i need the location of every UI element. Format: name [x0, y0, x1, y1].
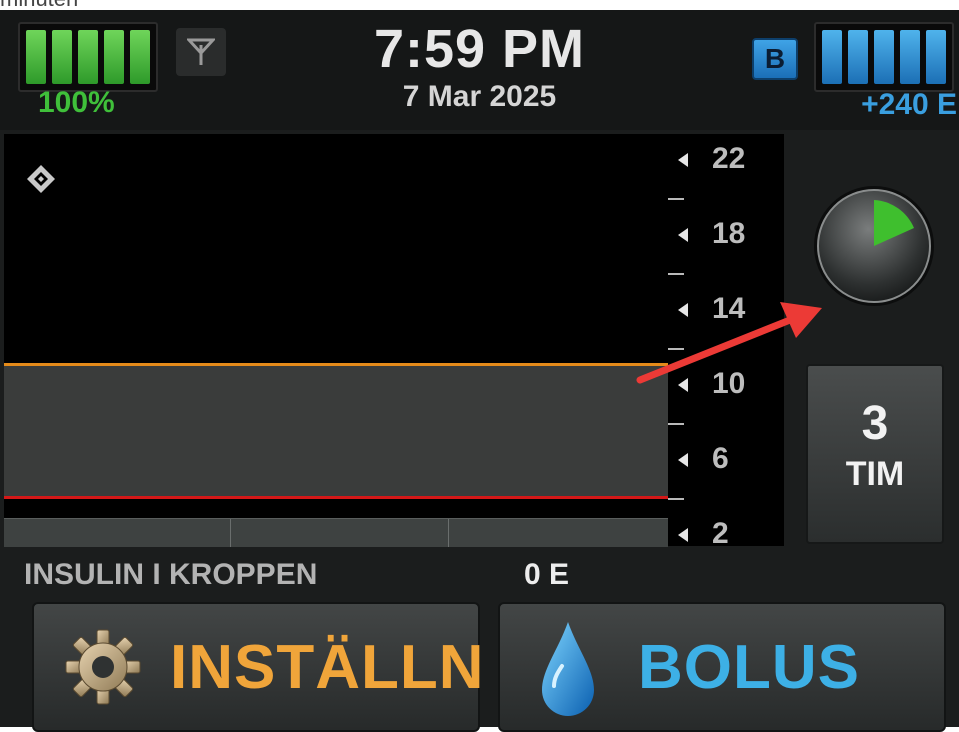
axis-marker: [678, 453, 688, 467]
axis-marker: [678, 528, 688, 542]
time-divider: [230, 519, 231, 547]
reservoir-cell: [822, 30, 842, 84]
glucose-axis: 22 18 14 10 6 2: [668, 134, 784, 550]
drop-icon: [542, 622, 594, 716]
cgm-graph[interactable]: [4, 134, 668, 547]
axis-tick-label: 18: [712, 217, 746, 250]
axis-tick-label: 10: [712, 367, 746, 400]
reservoir-indicator: [814, 22, 954, 92]
axis-minor-tick: [668, 497, 684, 500]
gear-icon: [65, 629, 141, 705]
low-limit-line: [4, 496, 668, 499]
axis-marker: [678, 228, 688, 242]
high-limit-line: [4, 363, 668, 366]
diamond-icon: [27, 165, 55, 193]
graph-time-strip: [4, 518, 668, 547]
target-range-band: [4, 366, 668, 498]
reservoir-cell: [926, 30, 946, 84]
axis-tick-label: 14: [712, 292, 746, 325]
axis-minor-tick: [668, 197, 684, 200]
axis-tick-label: 2: [712, 517, 729, 550]
right-panel: 3 TIM: [784, 134, 959, 546]
axis-minor-tick: [668, 422, 684, 425]
graph-range-value: 3: [861, 397, 889, 450]
axis-minor-tick: [668, 272, 684, 275]
insulin-units: +240 E: [861, 88, 957, 121]
insulin-on-board-value: 0 E: [524, 558, 570, 591]
clock-icon[interactable]: [812, 184, 936, 308]
axis-tick-label: 6: [712, 442, 729, 475]
axis-marker: [678, 153, 688, 167]
settings-label: INSTÄLLN: [170, 633, 485, 702]
axis-marker: [678, 303, 688, 317]
bolus-label: BOLUS: [638, 633, 860, 702]
bolus-button[interactable]: BOLUS: [498, 602, 946, 732]
insulin-on-board-label: INSULIN I KROPPEN: [24, 558, 318, 591]
pump-screen: 100% 7:59 PM 7 Mar 2025 B +240 E 22 18 1…: [0, 10, 959, 732]
settings-button[interactable]: INSTÄLLN: [32, 602, 484, 732]
reservoir-cell: [900, 30, 920, 84]
graph-range-unit: TIM: [845, 455, 905, 493]
axis-marker: [678, 378, 688, 392]
reservoir-cell: [848, 30, 868, 84]
bluetooth-badge: B: [752, 38, 798, 80]
reservoir-cell: [874, 30, 894, 84]
time-divider: [448, 519, 449, 547]
status-bar: 100% 7:59 PM 7 Mar 2025 B +240 E: [0, 10, 959, 130]
graph-range-button[interactable]: 3 TIM: [806, 364, 944, 544]
axis-tick-label: 22: [712, 142, 746, 175]
axis-minor-tick: [668, 347, 684, 350]
